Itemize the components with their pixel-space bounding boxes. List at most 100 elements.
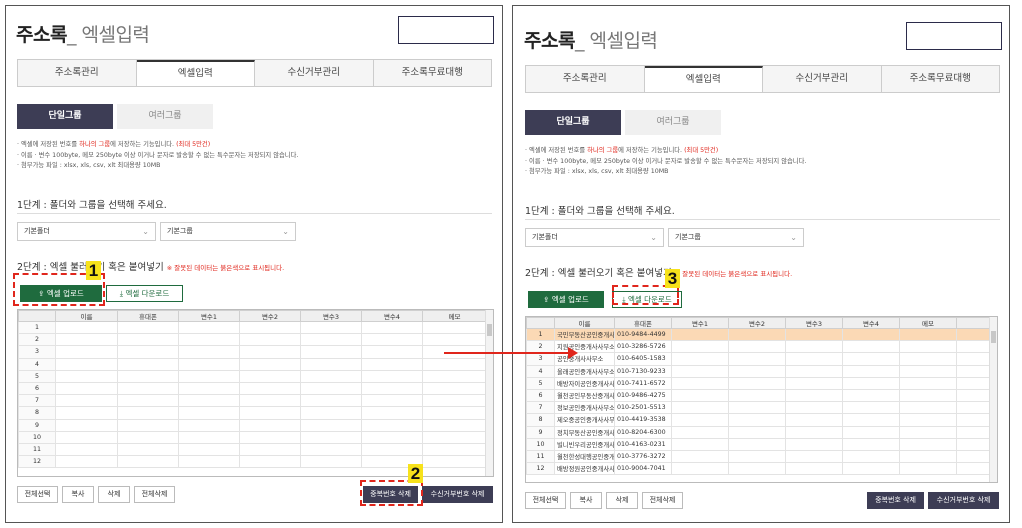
grid-cell[interactable] xyxy=(899,437,957,451)
grid-cell[interactable] xyxy=(55,333,118,347)
grid-cell[interactable] xyxy=(239,357,301,371)
scroll-thumb[interactable] xyxy=(991,331,996,343)
grid-cell[interactable] xyxy=(671,437,729,451)
grid-cell[interactable] xyxy=(899,340,957,354)
grid-cell[interactable] xyxy=(300,333,362,347)
name-cell[interactable]: 월천공인부동산중개사... xyxy=(554,388,615,403)
name-cell[interactable]: 배방자이공인중개사사... xyxy=(554,376,615,390)
grid-cell[interactable] xyxy=(55,418,118,432)
grid-cell[interactable] xyxy=(785,376,843,390)
grid-cell[interactable] xyxy=(117,333,179,347)
grid-cell[interactable] xyxy=(239,442,301,457)
grid-cell[interactable] xyxy=(842,462,900,476)
grid-cell[interactable] xyxy=(361,369,423,383)
name-cell[interactable]: 빌니빈우리공인중개사... xyxy=(554,437,615,451)
grid-cell[interactable] xyxy=(300,357,362,371)
table-row[interactable]: 8 xyxy=(18,406,487,420)
grid-cell[interactable] xyxy=(361,333,423,347)
grid-cell[interactable] xyxy=(178,394,240,408)
grid-cell[interactable] xyxy=(239,418,301,432)
name-cell[interactable]: 국민부동산공인중개사... xyxy=(554,327,615,342)
grid-cell[interactable] xyxy=(422,333,487,347)
grid-cell[interactable] xyxy=(239,455,301,469)
grid-cell[interactable] xyxy=(842,401,900,415)
grid-cell[interactable] xyxy=(361,357,423,371)
grid-cell[interactable] xyxy=(55,357,118,371)
table-row[interactable]: 1국민부동산공인중개사...010-9484-4499 xyxy=(526,327,997,342)
data-grid[interactable]: 이름 휴대폰 변수1 변수2 변수3 변수4 메모 1국민부동산공인중개사...… xyxy=(525,316,998,483)
grid-cell[interactable] xyxy=(728,376,786,390)
grid-cell[interactable] xyxy=(117,357,179,371)
grid-cell[interactable] xyxy=(117,394,179,408)
grid-cell[interactable] xyxy=(842,340,900,354)
phone-cell[interactable]: 010-7411-6572 xyxy=(614,376,672,390)
grid-cell[interactable] xyxy=(842,413,900,427)
multi-group-button[interactable]: 여러그룹 xyxy=(117,104,213,129)
name-cell[interactable]: 정치부동산공인중개사... xyxy=(554,425,615,439)
table-row[interactable]: 5 xyxy=(18,369,487,383)
table-row[interactable]: 8 제오중공인중개사사무소 010-4419-3538 xyxy=(526,413,997,427)
group-select[interactable]: 기본그룹 ⌄ xyxy=(668,228,804,247)
grid-cell[interactable] xyxy=(239,406,301,420)
grid-cell[interactable] xyxy=(842,352,900,366)
table-row[interactable]: 2 지원공인중개사사무소 010-3286-5726 xyxy=(526,340,997,354)
table-row[interactable]: 6월천공인부동산중개사...010-9486-4275 xyxy=(526,388,997,403)
grid-cell[interactable] xyxy=(671,413,729,427)
grid-cell[interactable] xyxy=(178,442,240,457)
table-row[interactable]: 10빌니빈우리공인중개사...010-4163-0231 xyxy=(526,437,997,451)
grid-cell[interactable] xyxy=(842,388,900,403)
phone-cell[interactable]: 010-2501-5513 xyxy=(614,401,672,415)
grid-cell[interactable] xyxy=(300,369,362,383)
grid-cell[interactable] xyxy=(361,430,423,444)
grid-cell[interactable] xyxy=(899,376,957,390)
group-select[interactable]: 기본그룹 ⌄ xyxy=(160,222,296,241)
grid-cell[interactable] xyxy=(178,430,240,444)
table-row[interactable]: 12배방정원공인중개사사...010-9004-7041 xyxy=(526,462,997,476)
grid-cell[interactable] xyxy=(239,430,301,444)
grid-cell[interactable] xyxy=(178,381,240,396)
grid-cell[interactable] xyxy=(671,376,729,390)
table-row[interactable]: 1 xyxy=(18,320,487,335)
table-row[interactable]: 3 xyxy=(18,345,487,359)
grid-cell[interactable] xyxy=(671,425,729,439)
grid-cell[interactable] xyxy=(899,401,957,415)
table-row[interactable]: 4 xyxy=(18,357,487,371)
grid-cell[interactable] xyxy=(671,449,729,464)
name-cell[interactable]: 제오중공인중개사사무소 xyxy=(554,413,615,427)
grid-cell[interactable] xyxy=(239,345,301,359)
grid-cell[interactable] xyxy=(842,449,900,464)
delete-button[interactable]: 삭제 xyxy=(98,486,130,503)
grid-cell[interactable] xyxy=(178,418,240,432)
table-row[interactable]: 5배방자이공인중개사사...010-7411-6572 xyxy=(526,376,997,390)
grid-cell[interactable] xyxy=(785,425,843,439)
grid-cell[interactable] xyxy=(300,394,362,408)
grid-cell[interactable] xyxy=(55,394,118,408)
phone-cell[interactable]: 010-4419-3538 xyxy=(614,413,672,427)
grid-cell[interactable] xyxy=(899,413,957,427)
folder-select[interactable]: 기본폴더 ⌄ xyxy=(17,222,156,241)
grid-cell[interactable] xyxy=(899,449,957,464)
grid-cell[interactable] xyxy=(842,327,900,342)
grid-cell[interactable] xyxy=(728,462,786,476)
grid-cell[interactable] xyxy=(728,352,786,366)
excel-download-button[interactable]: ⤓ 엑셀 다운로드 xyxy=(106,285,183,302)
grid-cell[interactable] xyxy=(842,364,900,378)
tab-address-book[interactable]: 주소록관리 xyxy=(18,60,137,86)
grid-cell[interactable] xyxy=(300,418,362,432)
grid-cell[interactable] xyxy=(422,418,487,432)
grid-cell[interactable] xyxy=(117,418,179,432)
grid-cell[interactable] xyxy=(785,340,843,354)
grid-cell[interactable] xyxy=(239,320,301,335)
phone-cell[interactable]: 010-8204-6300 xyxy=(614,425,672,439)
grid-cell[interactable] xyxy=(239,381,301,396)
table-row[interactable]: 4 올래공인중개사사무소 010-7130-9233 xyxy=(526,364,997,378)
grid-cell[interactable] xyxy=(361,320,423,335)
table-row[interactable]: 10 xyxy=(18,430,487,444)
phone-cell[interactable]: 010-9484-4499 xyxy=(614,327,672,342)
single-group-button[interactable]: 단일그룹 xyxy=(525,110,621,135)
name-cell[interactable]: 배방정원공인중개사사... xyxy=(554,462,615,476)
tab-address-book[interactable]: 주소록관리 xyxy=(526,66,645,92)
name-cell[interactable]: 올래공인중개사사무소 xyxy=(554,364,615,378)
grid-cell[interactable] xyxy=(785,449,843,464)
tab-excel-input[interactable]: 엑셀입력 xyxy=(136,60,255,86)
